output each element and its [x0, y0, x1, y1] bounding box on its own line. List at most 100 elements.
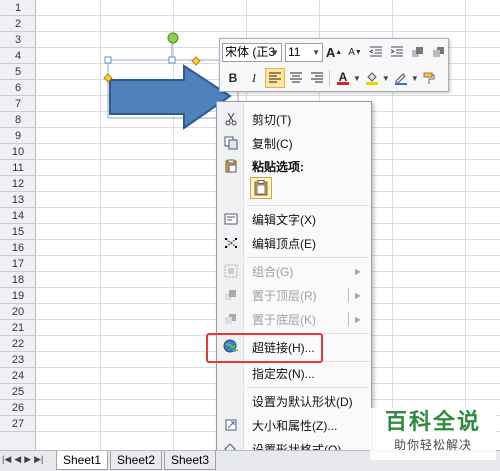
- scissors-icon: [217, 108, 244, 130]
- submenu-arrow-icon[interactable]: ▶: [355, 315, 361, 324]
- font-name-value: 宋体 (正3: [225, 44, 276, 59]
- row-number[interactable]: 13: [0, 192, 36, 208]
- first-sheet-icon[interactable]: |◀: [2, 454, 11, 465]
- watermark-title: 百科全说: [384, 409, 481, 434]
- send-to-back-icon: [217, 308, 244, 330]
- format-painter-button[interactable]: [420, 68, 440, 88]
- last-sheet-icon[interactable]: ▶|: [34, 454, 43, 465]
- rotation-handle[interactable]: [167, 32, 179, 44]
- increase-indent-button[interactable]: [387, 42, 407, 62]
- row-number[interactable]: 2: [0, 16, 36, 32]
- row-number[interactable]: 12: [0, 176, 36, 192]
- chevron-down-icon[interactable]: ▼: [411, 74, 419, 83]
- row-number[interactable]: 4: [0, 48, 36, 64]
- row-number[interactable]: 18: [0, 272, 36, 288]
- row-number[interactable]: 26: [0, 400, 36, 416]
- row-number[interactable]: 25: [0, 384, 36, 400]
- toolbar-separator: [329, 70, 330, 86]
- menu-item-label: 复制(C): [252, 136, 293, 151]
- split-divider: [348, 288, 349, 302]
- row-number[interactable]: 16: [0, 240, 36, 256]
- row-number[interactable]: 17: [0, 256, 36, 272]
- align-left-button[interactable]: [265, 68, 285, 88]
- split-divider: [348, 312, 349, 326]
- size-properties-icon: [217, 414, 244, 436]
- row-number[interactable]: 1: [0, 0, 36, 16]
- outline-color-button[interactable]: [391, 68, 411, 88]
- menu-item-assign-macro[interactable]: 指定宏(N)...: [217, 362, 371, 384]
- menu-separator: [247, 205, 369, 206]
- row-number[interactable]: 14: [0, 208, 36, 224]
- italic-button[interactable]: I: [244, 68, 264, 88]
- grow-font-button[interactable]: A ▲: [324, 42, 344, 62]
- align-center-icon: [290, 72, 302, 83]
- bring-forward-button[interactable]: [408, 42, 428, 62]
- chevron-down-icon: ▼: [271, 47, 279, 57]
- row-number[interactable]: 8: [0, 112, 36, 128]
- row-number[interactable]: 21: [0, 320, 36, 336]
- chevron-down-icon[interactable]: ▼: [353, 74, 361, 83]
- copy-icon: [217, 132, 244, 154]
- row-number[interactable]: 19: [0, 288, 36, 304]
- sheet-tab-sheet3[interactable]: Sheet3: [164, 451, 217, 470]
- row-number[interactable]: 20: [0, 304, 36, 320]
- row-number[interactable]: 5: [0, 64, 36, 80]
- decrease-indent-button[interactable]: [366, 42, 386, 62]
- row-number[interactable]: 10: [0, 144, 36, 160]
- menu-item-copy[interactable]: 复制(C): [217, 132, 371, 154]
- row-number[interactable]: 15: [0, 224, 36, 240]
- font-color-swatch: [337, 81, 349, 85]
- edit-points-icon: [217, 232, 244, 254]
- sheet-tab-sheet2[interactable]: Sheet2: [110, 451, 163, 470]
- row-number[interactable]: 22: [0, 336, 36, 352]
- row-number[interactable]: 24: [0, 368, 36, 384]
- paste-option-button[interactable]: [250, 177, 272, 199]
- row-number[interactable]: 23: [0, 352, 36, 368]
- row-number[interactable]: 6: [0, 80, 36, 96]
- send-backward-button[interactable]: [429, 42, 449, 62]
- edit-text-icon: [217, 208, 244, 230]
- align-right-button[interactable]: [307, 68, 327, 88]
- menu-item-set-default-shape[interactable]: 设置为默认形状(D): [217, 390, 371, 412]
- menu-separator: [247, 387, 369, 388]
- shrink-font-button[interactable]: A ▼: [345, 42, 365, 62]
- sheet-tab-sheet1[interactable]: Sheet1: [56, 451, 109, 470]
- row-number[interactable]: 3: [0, 32, 36, 48]
- font-color-button[interactable]: A: [333, 68, 353, 88]
- bold-button[interactable]: B: [223, 68, 243, 88]
- row-number[interactable]: 11: [0, 160, 36, 176]
- menu-item-send-to-back[interactable]: 置于底层(K) ▶: [217, 308, 371, 330]
- menu-item-cut[interactable]: 剪切(T): [217, 108, 371, 130]
- macro-icon: [217, 362, 244, 384]
- prev-sheet-icon[interactable]: ◀: [14, 454, 21, 465]
- row-number[interactable]: 9: [0, 128, 36, 144]
- align-right-icon: [311, 72, 323, 83]
- menu-item-size-properties[interactable]: 大小和属性(Z)...: [217, 414, 371, 436]
- row-gridline: [36, 15, 500, 16]
- row-number[interactable]: 27: [0, 416, 36, 432]
- menu-item-label: 剪切(T): [252, 112, 292, 127]
- menu-item-bring-to-front[interactable]: 置于顶层(R) ▶: [217, 284, 371, 306]
- fill-color-button[interactable]: [362, 68, 382, 88]
- submenu-arrow-icon[interactable]: ▶: [355, 291, 361, 300]
- row-header: 1 2 3 4 5 6 7 8 9 10 11 12 13 14 15 16 1…: [0, 0, 36, 450]
- menu-item-edit-points[interactable]: 编辑顶点(E): [217, 232, 371, 254]
- sheet-nav-buttons: |◀ ◀ ▶ ▶|: [2, 454, 43, 465]
- next-sheet-icon[interactable]: ▶: [24, 454, 31, 465]
- bring-forward-icon: [412, 47, 423, 57]
- watermark-logo: 百科全说 助你轻松解决: [370, 408, 496, 460]
- clipboard-icon: [217, 155, 244, 177]
- increase-indent-icon: [390, 46, 403, 57]
- mini-toolbar: 宋体 (正3 ▼ 11 ▼ A ▲ A ▼ B I A ▼ ▼ ▼: [219, 38, 449, 92]
- menu-item-label: 编辑顶点(E): [252, 236, 316, 251]
- row-number[interactable]: 7: [0, 96, 36, 112]
- menu-item-edit-text[interactable]: 编辑文字(X): [217, 208, 371, 230]
- menu-item-group[interactable]: 组合(G) ▶: [217, 260, 371, 282]
- font-name-dropdown[interactable]: 宋体 (正3 ▼: [222, 42, 282, 62]
- default-shape-icon: [217, 390, 244, 412]
- font-size-dropdown[interactable]: 11 ▼: [285, 42, 323, 62]
- watermark-subtitle: 助你轻松解决: [393, 438, 472, 452]
- menu-item-label: 编辑文字(X): [252, 212, 316, 227]
- chevron-down-icon[interactable]: ▼: [382, 74, 390, 83]
- align-center-button[interactable]: [286, 68, 306, 88]
